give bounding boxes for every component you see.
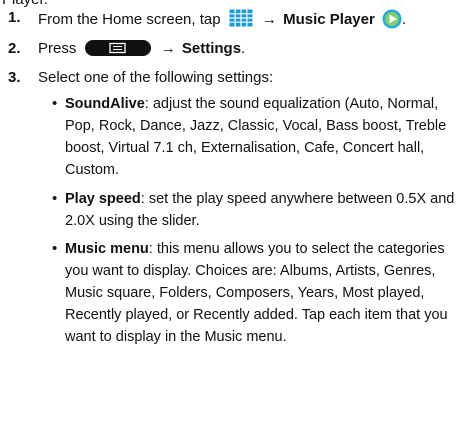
clipped-previous-line: Player.: [2, 0, 48, 8]
step-text: Select one of the following settings:: [38, 69, 274, 86]
bullet-line: SoundAlive: adjust the sound equalizatio…: [65, 93, 465, 115]
step-number: 1.: [8, 9, 21, 26]
step-number: 3.: [8, 69, 21, 86]
bullet-line: boost, Virtual 7.1 ch, Externalisation, …: [65, 140, 425, 156]
bullet-line: Play speed: set the play speed anywhere …: [65, 188, 465, 210]
bullet-term: Play speed: [65, 191, 141, 207]
arrow-icon: →: [261, 11, 277, 28]
bullet-line-text: : set the play speed anywhere between 0.…: [140, 191, 455, 207]
instructions-page: Player. 1. From the Home screen, tap → M…: [0, 0, 470, 422]
step-text: Press → Settings.: [38, 40, 245, 58]
bullet-line: Music menu: this menu allows you to sele…: [65, 238, 465, 260]
arrow-icon: →: [160, 40, 176, 57]
step-2-end: .: [241, 40, 246, 57]
step-number: 2.: [8, 40, 21, 57]
bullet-term: SoundAlive: [65, 96, 145, 112]
bullet-line: Music square, Folders, Composers, Years,…: [65, 285, 425, 301]
bullet-line: 2.0X using the slider.: [65, 213, 200, 229]
music-player-label: Music Player: [283, 11, 375, 28]
bullet-dot: •: [52, 240, 58, 257]
bullet-dot: •: [52, 95, 58, 112]
bullet-line: Recently played, or Recently added. Tap …: [65, 307, 448, 323]
bullet-line: Custom.: [65, 162, 119, 178]
apps-grid-icon: [229, 9, 253, 27]
step-1-intro: From the Home screen, tap: [38, 11, 221, 28]
bullet-line: Pop, Rock, Dance, Jazz, Classic, Vocal, …: [65, 118, 447, 134]
bullet-line-text: : this menu allows you to select the cat…: [148, 241, 445, 257]
bullet-line: you want to display. Choices are: Albums…: [65, 263, 436, 279]
bullet-dot: •: [52, 190, 58, 207]
bullet-line: want to display in the Music menu.: [65, 329, 287, 345]
menu-key-icon: [84, 40, 151, 56]
step-2-intro: Press: [38, 40, 77, 57]
bullet-line-text: : adjust the sound equalization (Auto, N…: [144, 96, 439, 112]
settings-label: Settings: [181, 40, 242, 57]
step-1-end: .: [401, 11, 407, 28]
bullet-text: Play speed: set the play speed anywhere …: [65, 188, 465, 232]
step-text: From the Home screen, tap → Music Player: [38, 9, 406, 29]
bullet-term: Music menu: [65, 241, 149, 257]
bullet-text: Music menu: this menu allows you to sele…: [65, 238, 465, 348]
music-player-icon: [382, 9, 402, 29]
bullet-text: SoundAlive: adjust the sound equalizatio…: [65, 93, 465, 181]
